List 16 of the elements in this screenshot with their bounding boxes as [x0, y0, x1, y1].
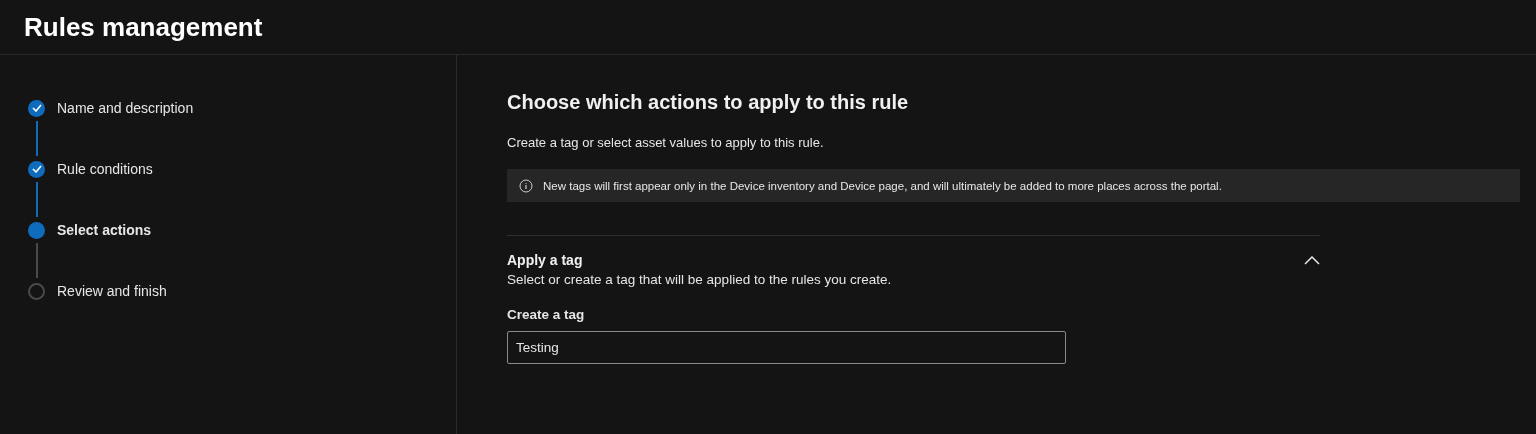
collapse-button[interactable]	[1304, 255, 1320, 265]
check-icon	[31, 165, 42, 173]
accordion-title: Apply a tag	[507, 252, 583, 268]
page-title: Rules management	[24, 11, 263, 43]
accordion-description: Select or create a tag that will be applied to the rules you create.	[507, 272, 893, 287]
info-text: New tags will first appear only in the Device inventory and Device page, and will ultimately be added to more places across the portal.	[543, 179, 1222, 192]
step-label[interactable]: Select actions	[57, 222, 152, 238]
info-icon	[519, 178, 533, 193]
step-label[interactable]: Review and finish	[57, 283, 167, 299]
field-label: Create a tag	[507, 307, 586, 322]
check-icon	[31, 104, 42, 112]
section-heading: Choose which actions to apply to this rule	[507, 91, 910, 114]
description-text: Create a tag or select asset values to apply to this rule.	[507, 135, 825, 150]
step-label[interactable]: Name and description	[57, 100, 194, 116]
tag-input-field[interactable]: Testing	[507, 331, 1066, 364]
step-label[interactable]: Rule conditions	[57, 161, 153, 177]
